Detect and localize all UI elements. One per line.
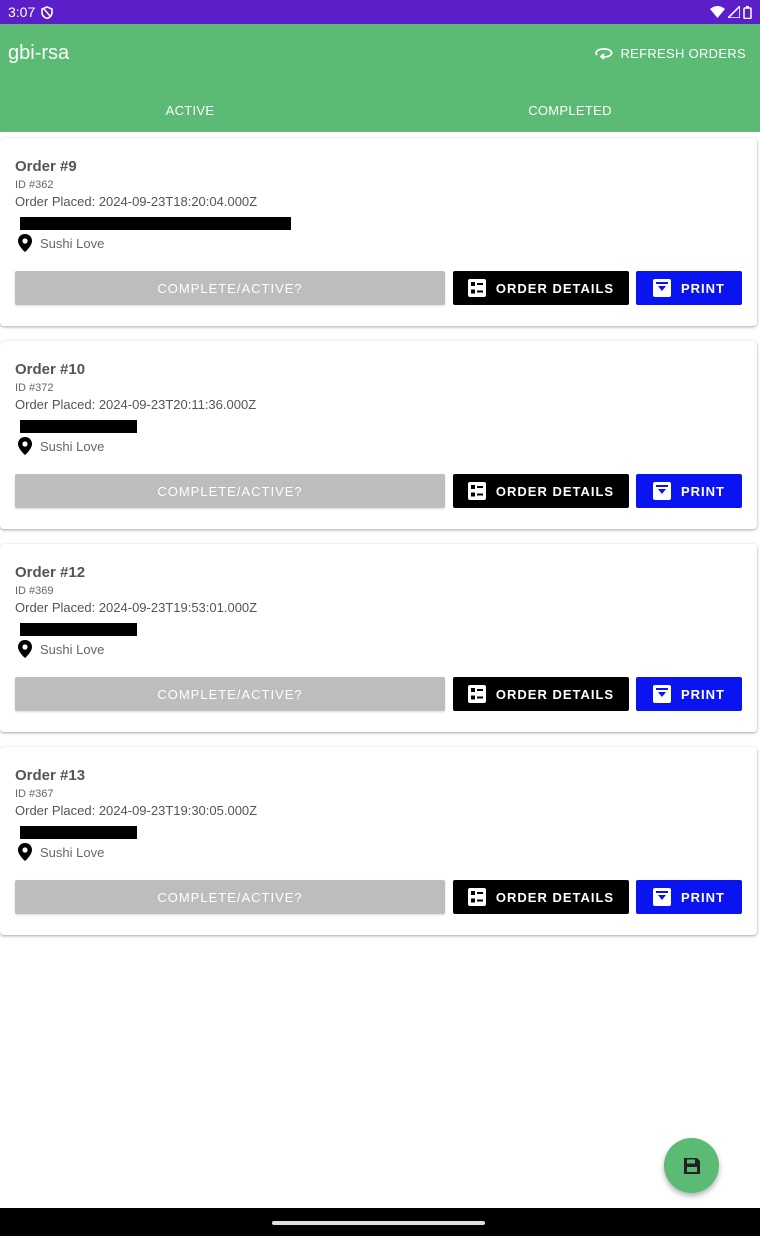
- complete-active-button[interactable]: COMPLETE/ACTIVE?: [15, 677, 445, 711]
- tab-active-label: ACTIVE: [165, 102, 215, 118]
- order-placed: Order Placed: 2024-09-23T20:11:36.000Z: [15, 397, 257, 412]
- order-placed: Order Placed: 2024-09-23T18:20:04.000Z: [15, 194, 258, 209]
- location-pin-icon: [18, 437, 32, 455]
- customer-name-redacted: [20, 420, 137, 433]
- complete-active-button[interactable]: COMPLETE/ACTIVE?: [15, 271, 445, 305]
- location-label: Sushi Love: [40, 641, 105, 657]
- order-actions: COMPLETE/ACTIVE? ORDER DETAILS PRINT: [15, 271, 742, 305]
- order-actions: COMPLETE/ACTIVE? ORDER DETAILS PRINT: [15, 474, 742, 508]
- system-nav-bar: [0, 1208, 760, 1236]
- print-button[interactable]: PRINT: [636, 271, 742, 305]
- print-button[interactable]: PRINT: [636, 677, 742, 711]
- location-row: Sushi Love: [18, 640, 104, 658]
- refresh-icon: [594, 47, 614, 61]
- location-label: Sushi Love: [40, 438, 105, 454]
- save-fab-button[interactable]: [664, 1138, 719, 1193]
- order-id: ID #372: [15, 382, 54, 394]
- print-icon: [653, 279, 671, 297]
- complete-active-label: COMPLETE/ACTIVE?: [157, 483, 303, 499]
- list-details-icon: [467, 482, 486, 500]
- status-time: 3:07: [8, 4, 36, 20]
- order-id: ID #369: [15, 585, 54, 597]
- tab-active[interactable]: ACTIVE: [0, 88, 380, 134]
- order-id: ID #362: [15, 179, 54, 191]
- order-card: Order #12 ID #369 Order Placed: 2024-09-…: [0, 544, 757, 732]
- order-card: Order #9 ID #362 Order Placed: 2024-09-2…: [0, 138, 757, 326]
- order-details-button[interactable]: ORDER DETAILS: [453, 880, 629, 914]
- customer-name-redacted: [20, 826, 137, 839]
- tab-completed-label: COMPLETED: [528, 102, 612, 118]
- order-details-button[interactable]: ORDER DETAILS: [453, 677, 629, 711]
- signal-icon: [728, 6, 740, 18]
- print-label: PRINT: [681, 483, 725, 499]
- order-title: Order #9: [15, 158, 77, 175]
- complete-active-label: COMPLETE/ACTIVE?: [157, 889, 303, 905]
- status-bar: 3:07: [0, 0, 760, 24]
- print-label: PRINT: [681, 686, 725, 702]
- app-title: gbi-rsa: [8, 42, 70, 64]
- location-pin-icon: [18, 843, 32, 861]
- location-pin-icon: [18, 640, 32, 658]
- status-left: 3:07: [8, 4, 54, 20]
- order-title: Order #10: [15, 361, 86, 378]
- order-card: Order #10 ID #372 Order Placed: 2024-09-…: [0, 341, 757, 529]
- order-placed: Order Placed: 2024-09-23T19:30:05.000Z: [15, 803, 258, 818]
- print-icon: [653, 685, 671, 703]
- location-label: Sushi Love: [40, 235, 105, 251]
- location-row: Sushi Love: [18, 437, 104, 455]
- shield-icon: [41, 5, 54, 19]
- wifi-icon: [710, 6, 725, 18]
- home-gesture-handle[interactable]: [272, 1221, 485, 1225]
- status-right: [710, 5, 752, 19]
- battery-icon: [743, 5, 752, 19]
- app-bar: gbi-rsa REFRESH ORDERS ACTIVE COMPLETED: [0, 24, 760, 134]
- complete-active-button[interactable]: COMPLETE/ACTIVE?: [15, 474, 445, 508]
- order-details-label: ORDER DETAILS: [495, 483, 615, 499]
- order-details-label: ORDER DETAILS: [495, 280, 615, 296]
- order-details-button[interactable]: ORDER DETAILS: [453, 474, 629, 508]
- list-details-icon: [467, 279, 486, 297]
- order-actions: COMPLETE/ACTIVE? ORDER DETAILS PRINT: [15, 880, 742, 914]
- complete-active-button[interactable]: COMPLETE/ACTIVE?: [15, 880, 445, 914]
- list-details-icon: [467, 888, 486, 906]
- customer-name-redacted: [20, 217, 291, 230]
- save-icon: [683, 1157, 701, 1175]
- tab-bar: ACTIVE COMPLETED: [0, 88, 760, 134]
- tab-completed[interactable]: COMPLETED: [380, 88, 760, 132]
- order-actions: COMPLETE/ACTIVE? ORDER DETAILS PRINT: [15, 677, 742, 711]
- print-button[interactable]: PRINT: [636, 474, 742, 508]
- order-title: Order #12: [15, 564, 86, 581]
- order-title: Order #13: [15, 767, 86, 784]
- refresh-orders-button[interactable]: REFRESH ORDERS: [594, 46, 746, 61]
- location-row: Sushi Love: [18, 843, 104, 861]
- customer-name-redacted: [20, 623, 137, 636]
- location-label: Sushi Love: [40, 844, 105, 860]
- print-icon: [653, 482, 671, 500]
- complete-active-label: COMPLETE/ACTIVE?: [157, 686, 303, 702]
- order-placed: Order Placed: 2024-09-23T19:53:01.000Z: [15, 600, 258, 615]
- print-icon: [653, 888, 671, 906]
- order-id: ID #367: [15, 788, 54, 800]
- order-list: Order #9 ID #362 Order Placed: 2024-09-2…: [0, 138, 760, 950]
- print-label: PRINT: [681, 889, 725, 905]
- print-label: PRINT: [681, 280, 725, 296]
- order-card: Order #13 ID #367 Order Placed: 2024-09-…: [0, 747, 757, 935]
- order-details-label: ORDER DETAILS: [495, 686, 615, 702]
- location-row: Sushi Love: [18, 234, 104, 252]
- order-details-label: ORDER DETAILS: [495, 889, 615, 905]
- complete-active-label: COMPLETE/ACTIVE?: [157, 280, 303, 296]
- order-details-button[interactable]: ORDER DETAILS: [453, 271, 629, 305]
- location-pin-icon: [18, 234, 32, 252]
- refresh-orders-label: REFRESH ORDERS: [620, 46, 746, 61]
- list-details-icon: [467, 685, 486, 703]
- print-button[interactable]: PRINT: [636, 880, 742, 914]
